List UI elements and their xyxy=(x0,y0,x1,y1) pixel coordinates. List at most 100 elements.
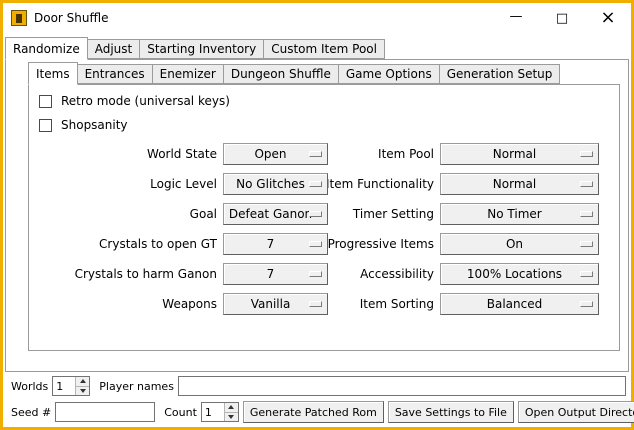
item-functionality-label: Item Functionality xyxy=(334,173,434,195)
tab-generation-setup-label: Generation Setup xyxy=(447,67,553,81)
logic-level-dropdown[interactable]: No Glitches xyxy=(223,173,328,195)
bottom-bar: Worlds Player names Seed # Count xyxy=(3,372,631,427)
tab-entrances[interactable]: Entrances xyxy=(77,64,153,84)
randomize-panel: Items Entrances Enemizer Dungeon Shuffle… xyxy=(5,59,629,372)
down-arrow-icon xyxy=(228,415,234,419)
logic-level-value: No Glitches xyxy=(236,177,315,191)
dropdown-indicator-icon xyxy=(580,181,593,187)
weapons-label: Weapons xyxy=(39,293,217,315)
tab-starting-inventory[interactable]: Starting Inventory xyxy=(139,39,264,59)
crystals-open-gt-label: Crystals to open GT xyxy=(39,233,217,255)
item-sorting-dropdown[interactable]: Balanced xyxy=(440,293,599,315)
dropdown-indicator-icon xyxy=(580,151,593,157)
open-output-directory-button[interactable]: Open Output Directory xyxy=(518,401,634,423)
seed-input[interactable] xyxy=(55,402,155,422)
timer-setting-dropdown[interactable]: No Timer xyxy=(440,203,599,225)
item-functionality-dropdown[interactable]: Normal xyxy=(440,173,599,195)
dropdown-indicator-icon xyxy=(309,301,322,307)
outer-tab-bar: Randomize Adjust Starting Inventory Cust… xyxy=(5,37,629,59)
player-names-label: Player names xyxy=(99,380,174,393)
titlebar[interactable]: Door Shuffle — □ × xyxy=(3,3,631,33)
goal-dropdown[interactable]: Defeat Ganon xyxy=(223,203,328,225)
progressive-items-dropdown[interactable]: On xyxy=(440,233,599,255)
goal-label: Goal xyxy=(39,203,217,225)
tab-items[interactable]: Items xyxy=(28,62,78,85)
count-spinbox[interactable] xyxy=(201,402,239,422)
world-state-value: Open xyxy=(254,147,296,161)
close-icon: × xyxy=(600,9,615,27)
worlds-up-button[interactable] xyxy=(76,377,89,386)
player-names-input[interactable] xyxy=(178,376,626,396)
worlds-spinbox[interactable] xyxy=(52,376,90,396)
minimize-button[interactable]: — xyxy=(493,3,539,33)
count-input[interactable] xyxy=(202,403,224,421)
dropdown-indicator-icon xyxy=(309,181,322,187)
dropdown-indicator-icon xyxy=(309,151,322,157)
dropdown-indicator-icon xyxy=(580,301,593,307)
item-pool-label: Item Pool xyxy=(334,143,434,165)
tab-entrances-label: Entrances xyxy=(85,67,145,81)
world-state-dropdown[interactable]: Open xyxy=(223,143,328,165)
dropdown-indicator-icon xyxy=(309,241,322,247)
worlds-input[interactable] xyxy=(53,377,75,395)
count-up-button[interactable] xyxy=(225,403,238,412)
tab-game-options-label: Game Options xyxy=(346,67,432,81)
progressive-items-label: Progressive Items xyxy=(334,233,434,255)
accessibility-label: Accessibility xyxy=(334,263,434,285)
accessibility-value: 100% Locations xyxy=(467,267,572,281)
seed-label: Seed # xyxy=(11,406,51,419)
weapons-dropdown[interactable]: Vanilla xyxy=(223,293,328,315)
accessibility-dropdown[interactable]: 100% Locations xyxy=(440,263,599,285)
tab-custom-item-pool[interactable]: Custom Item Pool xyxy=(263,39,385,59)
shopsanity-label: Shopsanity xyxy=(61,118,128,132)
generate-patched-rom-button[interactable]: Generate Patched Rom xyxy=(243,401,384,423)
tab-randomize[interactable]: Randomize xyxy=(5,37,88,60)
shopsanity-checkbox[interactable]: Shopsanity xyxy=(39,115,609,135)
tab-enemizer-label: Enemizer xyxy=(160,67,216,81)
retro-mode-label: Retro mode (universal keys) xyxy=(61,94,230,108)
outer-notebook: Randomize Adjust Starting Inventory Cust… xyxy=(5,37,629,372)
item-pool-value: Normal xyxy=(493,147,546,161)
dropdown-indicator-icon xyxy=(309,271,322,277)
tab-custom-item-pool-label: Custom Item Pool xyxy=(271,42,377,56)
close-button[interactable]: × xyxy=(585,3,631,33)
worlds-down-button[interactable] xyxy=(76,386,89,396)
inner-notebook: Items Entrances Enemizer Dungeon Shuffle… xyxy=(28,62,620,351)
worlds-label: Worlds xyxy=(11,380,48,393)
retro-mode-checkbox[interactable]: Retro mode (universal keys) xyxy=(39,91,609,111)
tab-enemizer[interactable]: Enemizer xyxy=(152,64,224,84)
tab-starting-inventory-label: Starting Inventory xyxy=(147,42,256,56)
minimize-icon: — xyxy=(510,10,523,23)
tab-generation-setup[interactable]: Generation Setup xyxy=(439,64,561,84)
count-spin-buttons xyxy=(224,403,238,421)
crystals-harm-ganon-label: Crystals to harm Ganon xyxy=(39,263,217,285)
window-title: Door Shuffle xyxy=(34,11,108,25)
maximize-button[interactable]: □ xyxy=(539,3,585,33)
down-arrow-icon xyxy=(80,389,86,393)
crystals-harm-ganon-value: 7 xyxy=(267,267,285,281)
tab-game-options[interactable]: Game Options xyxy=(338,64,440,84)
up-arrow-icon xyxy=(80,379,86,383)
checkbox-icon xyxy=(39,119,52,132)
crystals-open-gt-value: 7 xyxy=(267,237,285,251)
count-down-button[interactable] xyxy=(225,412,238,422)
tab-randomize-label: Randomize xyxy=(13,42,80,56)
checkbox-icon xyxy=(39,95,52,108)
save-settings-button[interactable]: Save Settings to File xyxy=(388,401,514,423)
item-sorting-label: Item Sorting xyxy=(334,293,434,315)
item-sorting-value: Balanced xyxy=(487,297,552,311)
timer-setting-value: No Timer xyxy=(487,207,551,221)
tab-dungeon-shuffle[interactable]: Dungeon Shuffle xyxy=(223,64,339,84)
timer-setting-label: Timer Setting xyxy=(334,203,434,225)
window-controls: — □ × xyxy=(493,3,631,33)
logic-level-label: Logic Level xyxy=(39,173,217,195)
up-arrow-icon xyxy=(228,405,234,409)
tab-adjust-label: Adjust xyxy=(95,42,133,56)
crystals-open-gt-dropdown[interactable]: 7 xyxy=(223,233,328,255)
crystals-harm-ganon-dropdown[interactable]: 7 xyxy=(223,263,328,285)
tab-adjust[interactable]: Adjust xyxy=(87,39,141,59)
item-pool-dropdown[interactable]: Normal xyxy=(440,143,599,165)
weapons-value: Vanilla xyxy=(251,297,301,311)
progressive-items-value: On xyxy=(506,237,533,251)
inner-tab-bar: Items Entrances Enemizer Dungeon Shuffle… xyxy=(28,62,620,84)
